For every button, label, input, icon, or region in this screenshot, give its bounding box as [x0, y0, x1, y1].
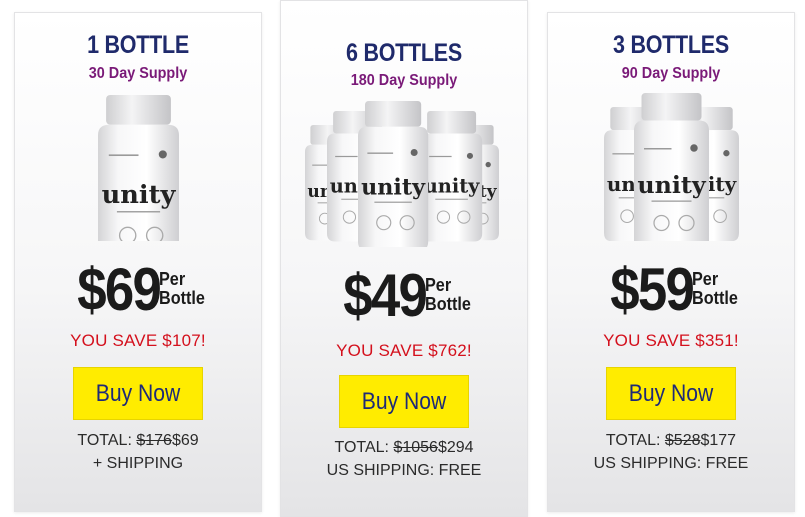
discounted-total: $177: [700, 432, 737, 449]
offer-card-3-bottles: 3 BOTTLES 90 Day Supply $59 Per Bottle YO…: [547, 12, 795, 512]
offer-supply: 180 Day Supply: [350, 72, 458, 89]
per-bottle-label: Per Bottle: [158, 269, 205, 308]
shipping-note: + SHIPPING: [92, 455, 184, 472]
original-total: $176: [136, 432, 172, 449]
bottle-image: [548, 91, 794, 254]
original-total: $528: [664, 432, 701, 449]
bottle-image: [15, 91, 261, 269]
shipping-note: US SHIPPING: FREE: [593, 455, 749, 472]
offer-supply: 90 Day Supply: [621, 65, 721, 82]
discounted-total: $294: [437, 439, 474, 456]
per-bottle-label: Per Bottle: [424, 275, 471, 314]
offer-quantity: 3 BOTTLES: [613, 31, 729, 59]
per-bottle-label: Per Bottle: [691, 269, 738, 308]
savings-text: YOU SAVE $762!: [336, 341, 472, 360]
order-total: TOTAL: $1056$294 US SHIPPING: FREE: [281, 436, 527, 482]
order-total: TOTAL: $176$69 + SHIPPING: [15, 429, 261, 475]
offer-price: $69: [77, 256, 163, 323]
savings-text: YOU SAVE $107!: [70, 331, 206, 350]
buy-now-button[interactable]: Buy Now: [73, 367, 203, 420]
offer-supply: 30 Day Supply: [88, 65, 188, 82]
offer-price: $49: [343, 262, 429, 329]
buy-now-button[interactable]: Buy Now: [339, 375, 469, 428]
discounted-total: $69: [171, 432, 199, 449]
offer-card-1-bottle: 1 BOTTLE 30 Day Supply $69 Per Bottle YOU…: [14, 12, 262, 512]
offer-price: $59: [610, 256, 696, 323]
bottle-image: [281, 97, 527, 252]
savings-text: YOU SAVE $351!: [603, 331, 739, 350]
offer-quantity: 6 BOTTLES: [346, 39, 462, 67]
offer-card-6-bottles: 6 BOTTLES 180 Day Supply $49 Per Bottle Y…: [280, 0, 528, 517]
shipping-note: US SHIPPING: FREE: [326, 462, 482, 479]
original-total: $1056: [393, 439, 438, 456]
order-total: TOTAL: $528$177 US SHIPPING: FREE: [548, 429, 794, 475]
buy-now-button[interactable]: Buy Now: [606, 367, 736, 420]
offer-quantity: 1 BOTTLE: [87, 31, 189, 59]
